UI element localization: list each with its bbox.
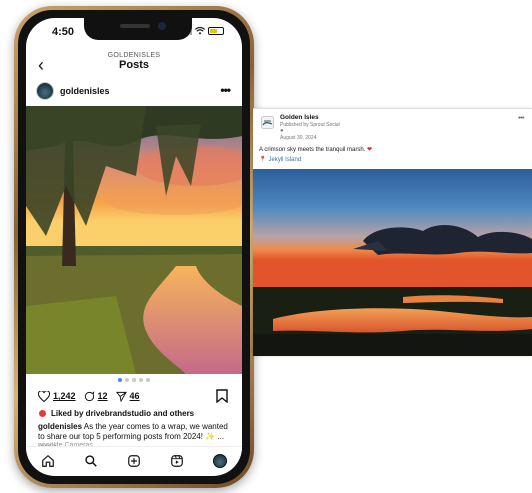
card-publisher: Published by Sprout Social	[280, 122, 340, 128]
chevron-left-icon[interactable]: ‹	[38, 56, 44, 74]
profile-icon[interactable]	[213, 453, 228, 468]
post-username[interactable]: goldenisles	[60, 86, 110, 96]
liked-by-avatar	[38, 409, 47, 418]
battery-icon	[208, 27, 224, 35]
comments-count[interactable]: 12	[98, 391, 108, 401]
like-button[interactable]: 1,242	[38, 390, 76, 402]
liked-by[interactable]: Liked by drivebrandstudio and others	[38, 409, 230, 418]
status-icons	[181, 27, 224, 35]
front-camera-icon	[158, 22, 166, 30]
social-post-card: Golden Isles Published by Sprout Social …	[253, 108, 532, 356]
comment-button[interactable]: 12	[84, 390, 108, 402]
share-button[interactable]: 46	[115, 391, 140, 402]
post-image[interactable]	[26, 106, 242, 374]
status-time: 4:50	[52, 26, 75, 38]
search-icon[interactable]	[84, 454, 98, 468]
speaker	[120, 24, 150, 28]
page-title: Posts	[119, 59, 149, 71]
heart-emoji-icon: ❤	[367, 147, 373, 153]
phone-screen: 4:50 ‹ GOLDENISLES Posts goldenisles •••…	[26, 18, 242, 476]
nav-subtitle: GOLDENISLES	[107, 52, 161, 59]
signal-icon	[181, 27, 192, 35]
bookmark-icon[interactable]	[216, 389, 228, 403]
location-pin-icon: 📍	[259, 157, 267, 163]
send-icon	[115, 391, 127, 402]
carousel-dot	[139, 378, 143, 382]
golden-isles-logo	[261, 116, 274, 129]
comment-icon	[84, 390, 94, 401]
crimson-marsh-photo	[253, 169, 532, 356]
carousel-dot	[132, 378, 136, 382]
likes-count[interactable]: 1,242	[53, 391, 76, 401]
wifi-icon	[195, 27, 205, 35]
avatar[interactable]	[36, 82, 54, 100]
carousel-dot	[146, 378, 150, 382]
carousel-indicator	[26, 378, 242, 382]
card-date[interactable]: August 30, 2024	[280, 135, 316, 141]
globe-icon: ●	[280, 128, 284, 134]
card-image[interactable]	[253, 169, 532, 356]
card-post-text: A crimson sky meets the tranquil marsh. …	[259, 146, 372, 153]
post-header: goldenisles •••	[26, 80, 242, 104]
post-actions: 1,242 12 46	[38, 388, 230, 404]
create-icon[interactable]	[127, 454, 141, 468]
card-location-label[interactable]: Jekyll Island	[268, 157, 301, 163]
carousel-dot	[118, 378, 122, 382]
phone-mockup: 4:50 ‹ GOLDENISLES Posts goldenisles •••…	[14, 6, 254, 488]
caption-username[interactable]: goldenisles	[38, 422, 82, 431]
ellipsis-icon[interactable]: •••	[220, 83, 231, 97]
shares-count[interactable]: 46	[130, 391, 140, 401]
sunset-marsh-photo	[26, 106, 242, 374]
card-post-text-body: A crimson sky meets the tranquil marsh.	[259, 147, 368, 153]
reels-icon[interactable]	[170, 454, 184, 468]
card-page-name[interactable]: Golden Isles	[280, 114, 319, 121]
phone-bezel: 4:50 ‹ GOLDENISLES Posts goldenisles •••…	[18, 10, 250, 484]
nav-header: ‹ GOLDENISLES Posts	[26, 52, 242, 78]
phone-notch	[84, 18, 192, 40]
bottom-tab-bar	[26, 446, 242, 474]
card-location[interactable]: 📍 Jekyll Island	[259, 156, 301, 164]
home-icon[interactable]	[41, 454, 55, 468]
ellipsis-icon[interactable]: •••	[518, 115, 524, 122]
carousel-dot	[125, 378, 129, 382]
heart-icon	[38, 390, 50, 402]
liked-by-text: Liked by drivebrandstudio and others	[51, 409, 195, 418]
